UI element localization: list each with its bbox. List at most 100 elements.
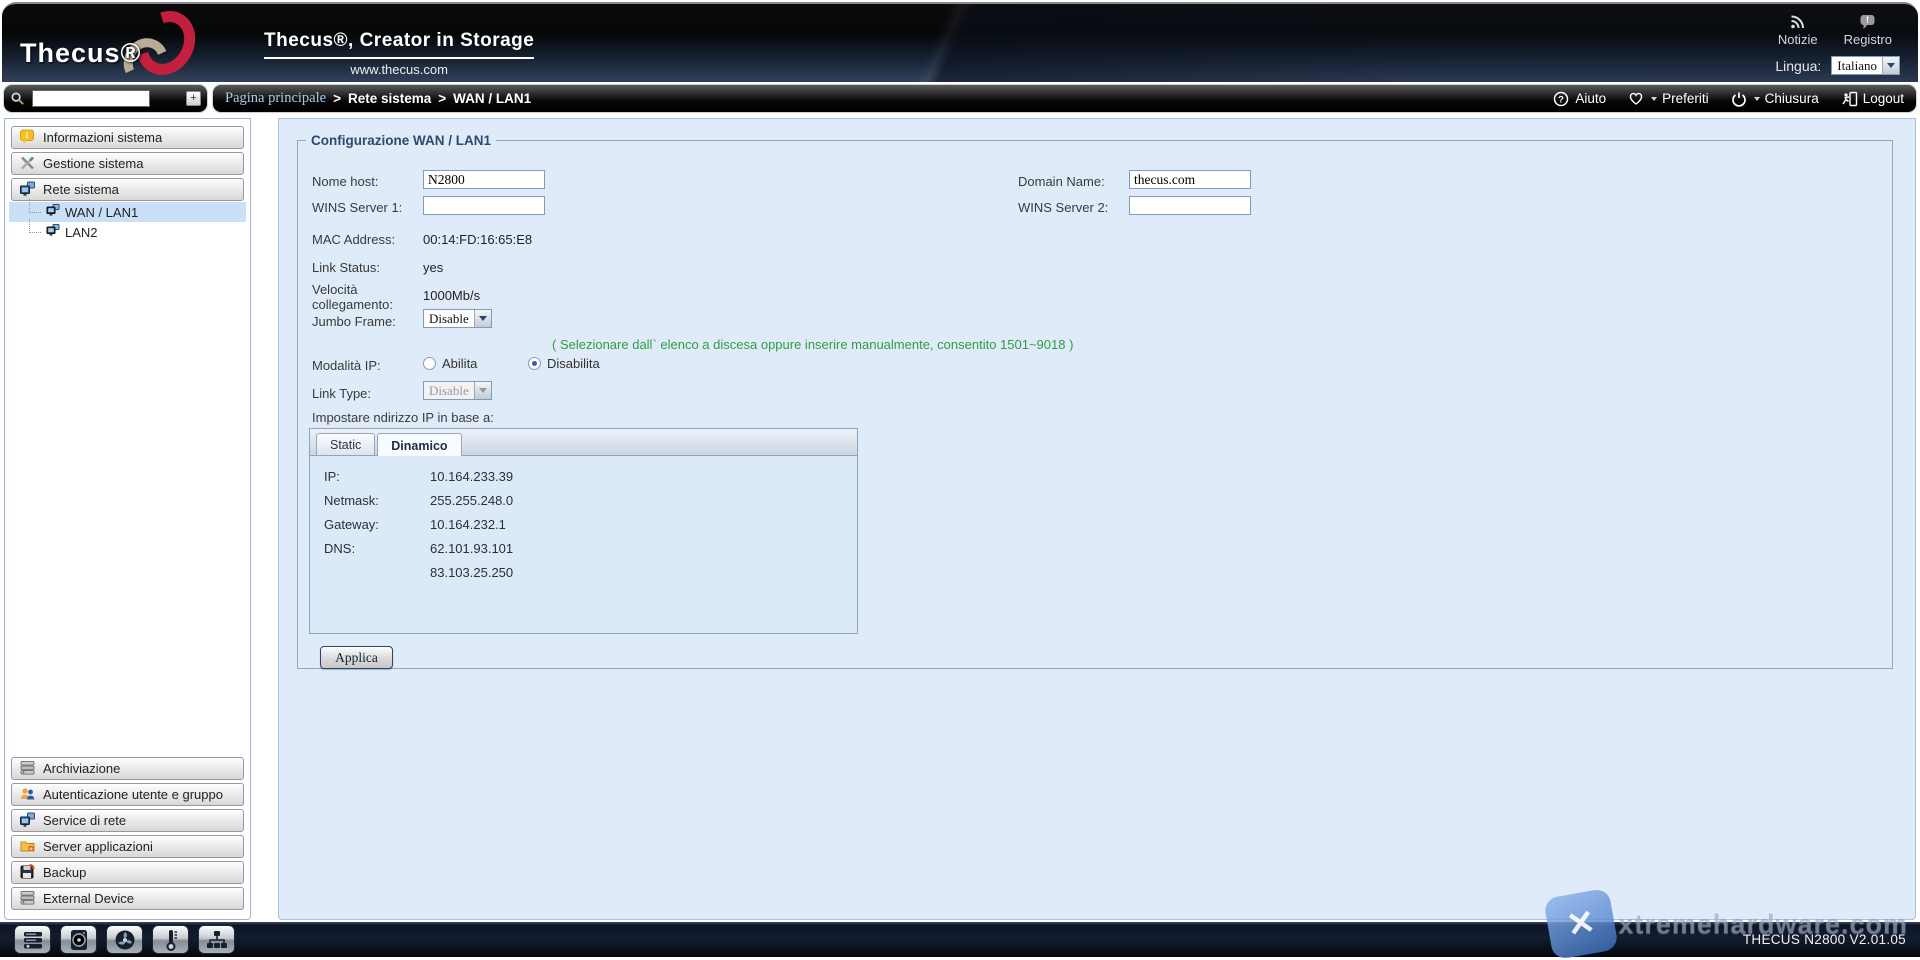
dns2-value: 83.103.25.250 [430,565,513,580]
sidebar-item-autenticazione[interactable]: Autenticazione utente e gruppo [11,783,244,806]
wins1-input[interactable] [423,196,545,215]
sidebar-item-rete-sistema[interactable]: Rete sistema [11,178,244,201]
storage-stack-icon [19,760,36,776]
app-folder-icon: + [19,838,36,854]
help-button[interactable]: ? Aiuto [1553,91,1606,107]
link-status-value: yes [423,260,443,275]
sidebar-subitem-lan2[interactable]: LAN2 [9,222,246,242]
storage-stack-icon [19,890,36,906]
form-title: Configurazione WAN / LAN1 [306,133,496,148]
registro-button[interactable]: ! Registro [1844,14,1892,47]
fan-icon[interactable] [106,925,143,954]
sidebar-subitem-wan-lan1[interactable]: WAN / LAN1 [9,202,246,222]
sidebar-item-service-di-rete[interactable]: Service di rete [11,809,244,832]
power-icon [1731,91,1748,107]
link-speed-label: Velocità collegamento: [312,282,404,312]
gateway-row: Gateway: 10.164.232.1 [310,512,857,536]
notizie-button[interactable]: Notizie [1778,14,1818,47]
backup-disk-icon [19,864,36,880]
domain-name-label: Domain Name: [1018,174,1105,189]
logout-button[interactable]: Logout [1841,91,1904,107]
jumbo-frame-note: ( Selezionare dall` elenco a discesa opp… [552,337,1073,352]
jumbo-frame-label: Jumbo Frame: [312,314,396,329]
link-type-value: Disable [424,382,474,399]
sidebar-item-label: Server applicazioni [43,839,153,854]
language-select[interactable]: Italiano [1831,56,1900,75]
breadcrumb-separator: > [333,91,341,106]
favorites-button[interactable]: Preferiti [1628,91,1709,107]
app-header: Thecus® Thecus®, Creator in Storage www.… [2,2,1918,82]
help-label: Aiuto [1575,91,1606,106]
logout-icon [1841,91,1858,107]
registro-label: Registro [1844,32,1892,47]
link-type-select: Disable [423,381,492,400]
toolbar-strip: + Pagina principale > Rete sistema > WAN… [0,82,1920,116]
info-bubble-icon: i [19,129,36,145]
sidebar-search-bar: + [4,85,207,112]
header-sheen [730,4,1918,82]
tab-strip: Static Dinamico [310,429,857,456]
sidebar-item-label: Service di rete [43,813,126,828]
wins2-input[interactable] [1129,196,1251,215]
main-content: Configurazione WAN / LAN1 Nome host: Dom… [278,118,1916,920]
chevron-down-icon [1651,97,1657,101]
netmask-row: Netmask: 255.255.248.0 [310,488,857,512]
users-icon [19,786,36,802]
disabilita-radio[interactable] [528,357,541,370]
ip-settings-panel: IP: 10.164.233.39 Netmask: 255.255.248.0… [310,456,857,584]
sidebar-item-archiviazione[interactable]: Archiviazione [11,757,244,780]
link-speed-value: 1000Mb/s [423,288,480,303]
shutdown-button[interactable]: Chiusura [1731,91,1819,107]
breadcrumb: Pagina principale > Rete sistema > WAN /… [225,90,531,107]
link-type-label: Link Type: [312,386,371,401]
chevron-down-icon[interactable] [1882,57,1899,74]
network-computers-icon [19,181,36,197]
wan-config-fieldset: Configurazione WAN / LAN1 Nome host: Dom… [297,133,1893,669]
tab-static[interactable]: Static [316,433,375,455]
sidebar-item-external-device[interactable]: External Device [11,887,244,910]
search-add-button[interactable]: + [186,91,201,106]
svg-text:+: + [29,846,33,853]
breadcrumb-section: Rete sistema [348,91,431,106]
sidebar-item-server-applicazioni[interactable]: + Server applicazioni [11,835,244,858]
language-select-value: Italiano [1832,57,1882,74]
sidebar-item-informazioni-sistema[interactable]: i Informazioni sistema [11,126,244,149]
lingua-label: Lingua: [1775,58,1821,74]
disk-icon[interactable] [60,925,97,954]
breadcrumb-home-link[interactable]: Pagina principale [225,90,326,107]
breadcrumb-bar: Pagina principale > Rete sistema > WAN /… [213,85,1916,112]
sidebar-item-gestione-sistema[interactable]: Gestione sistema [11,152,244,175]
domain-name-input[interactable] [1129,170,1251,189]
chevron-down-icon[interactable] [474,310,491,327]
logo-text: Thecus® [20,38,141,69]
status-bar: THECUS N2800 V2.01.05 [0,922,1920,957]
abilita-radio[interactable] [423,357,436,370]
network-computers-icon [19,812,36,828]
tree-branch-icon [29,219,41,233]
wins1-label: WINS Server 1: [312,200,402,215]
nome-host-input[interactable] [423,170,545,189]
disabilita-radio-label: Disabilita [547,356,600,371]
tagline-text: Thecus®, Creator in Storage [264,30,534,59]
apply-button[interactable]: Applica [320,646,393,669]
rss-icon [1789,14,1806,30]
search-input[interactable] [32,90,150,107]
svg-text:?: ? [1558,94,1564,105]
computer-icon [46,204,60,220]
ip-settings-tabbox: Static Dinamico IP: 10.164.233.39 Netmas… [309,428,858,634]
network-status-icon[interactable] [198,925,235,954]
breadcrumb-page: WAN / LAN1 [453,91,531,106]
sidebar-item-label: Archiviazione [43,761,120,776]
server-status-icon[interactable] [14,925,51,954]
gateway-label: Gateway: [324,517,430,532]
temperature-icon[interactable] [152,925,189,954]
sidebar-spacer [9,242,246,755]
tab-dinamico[interactable]: Dinamico [377,433,461,456]
wins2-label: WINS Server 2: [1018,200,1108,215]
dns-label: DNS: [324,541,430,556]
jumbo-frame-select[interactable]: Disable [423,309,492,328]
gateway-value: 10.164.232.1 [430,517,506,532]
link-status-label: Link Status: [312,260,380,275]
dns2-label [324,565,430,580]
sidebar-item-backup[interactable]: Backup [11,861,244,884]
